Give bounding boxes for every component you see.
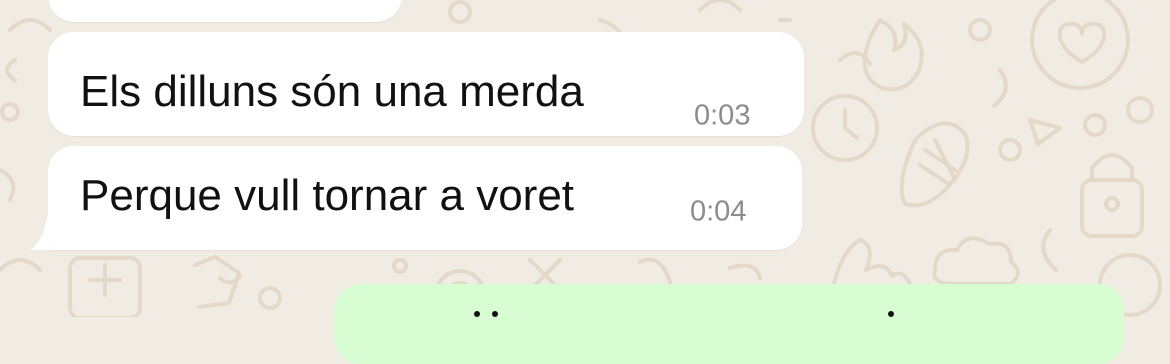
- outgoing-message-bubble-partial[interactable]: [334, 284, 1124, 364]
- previous-message-bubble-partial[interactable]: [48, 0, 402, 22]
- cropped-message-text-tops: [474, 311, 1074, 317]
- message-text: Els dilluns són una merda: [80, 67, 584, 116]
- message-text: Perque vull tornar a voret: [80, 171, 575, 220]
- incoming-message-bubble[interactable]: Perque vull tornar a voret 0:04: [48, 146, 802, 250]
- incoming-message-bubble[interactable]: Els dilluns són una merda 0:03: [48, 32, 804, 136]
- message-timestamp: 0:04: [690, 195, 747, 228]
- message-timestamp: 0:03: [694, 99, 751, 132]
